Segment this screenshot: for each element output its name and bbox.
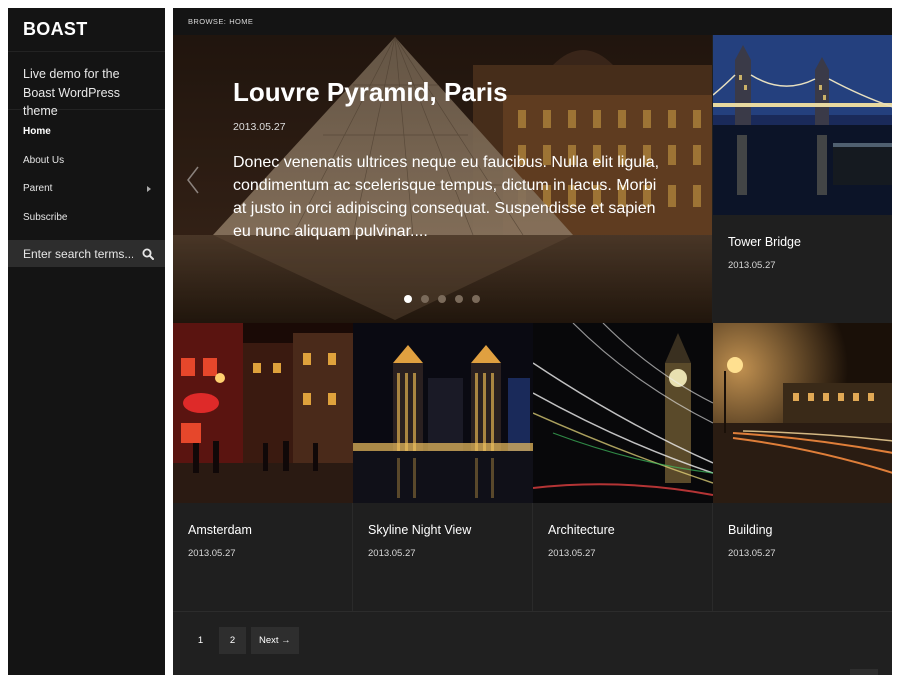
divider	[173, 611, 892, 612]
post-title[interactable]: Amsterdam	[173, 523, 352, 537]
post-thumbnail[interactable]	[713, 35, 892, 215]
post-date: 2013.05.27	[728, 548, 776, 559]
chevron-left-icon[interactable]	[185, 165, 201, 200]
scroll-top-button[interactable]	[850, 669, 878, 675]
slide-date: 2013.05.27	[233, 121, 286, 133]
post-thumbnail[interactable]	[173, 323, 353, 503]
featured-slider[interactable]: Louvre Pyramid, Paris 2013.05.27 Donec v…	[173, 35, 712, 323]
amsterdam-image	[173, 323, 353, 503]
search-icon[interactable]	[133, 240, 163, 267]
post-date: 2013.05.27	[188, 548, 236, 559]
menu-item-label: Subscribe	[23, 211, 68, 223]
menu-item-parent[interactable]: Parent	[8, 175, 165, 204]
slider-dot[interactable]	[438, 295, 446, 303]
post-card: Tower Bridge 2013.05.27	[713, 35, 892, 323]
slide-caption: Louvre Pyramid, Paris 2013.05.27 Donec v…	[233, 75, 663, 243]
primary-menu: Home About Us Parent Subscribe	[8, 110, 165, 232]
post-card: Skyline Night View 2013.05.27	[353, 323, 533, 611]
main-content: Browse: Home	[173, 8, 892, 675]
slider-dot[interactable]	[404, 295, 412, 303]
sidebar: BOAST Live demo for the Boast WordPress …	[8, 8, 165, 675]
post-date: 2013.05.27	[548, 548, 596, 559]
building-image	[713, 323, 892, 503]
post-thumbnail[interactable]	[353, 323, 533, 503]
post-date: 2013.05.27	[728, 260, 776, 271]
slider-dot[interactable]	[472, 295, 480, 303]
menu-item-label: About Us	[23, 154, 65, 166]
menu-item-label: Parent	[23, 183, 53, 194]
breadcrumb: Browse: Home	[173, 8, 892, 35]
post-title[interactable]: Skyline Night View	[353, 523, 532, 537]
pagination: 1 2 Next →	[187, 627, 299, 654]
breadcrumb-current: Home	[229, 17, 254, 26]
menu-item-about-us[interactable]: About Us	[8, 147, 165, 176]
breadcrumb-label: Browse:	[188, 17, 227, 26]
menu-item-label: Home	[23, 126, 51, 137]
post-card: Amsterdam 2013.05.27	[173, 323, 353, 611]
caret-right-icon	[147, 186, 151, 192]
site-description: Live demo for the Boast WordPress theme	[8, 52, 165, 118]
architecture-image	[533, 323, 713, 503]
post-card: Architecture 2013.05.27	[533, 323, 713, 611]
search-input[interactable]	[8, 240, 133, 267]
post-title[interactable]: Tower Bridge	[713, 235, 892, 249]
post-thumbnail[interactable]	[533, 323, 713, 503]
post-title[interactable]: Architecture	[533, 523, 712, 537]
page-1: 1	[197, 635, 204, 646]
slider-dot[interactable]	[455, 295, 463, 303]
slider-pagination	[404, 295, 480, 303]
slide-title[interactable]: Louvre Pyramid, Paris	[233, 75, 663, 109]
page-2-link[interactable]: 2	[219, 627, 246, 654]
skyline-night-image	[353, 323, 533, 503]
slider-dot[interactable]	[421, 295, 429, 303]
site-title[interactable]: BOAST	[8, 8, 165, 52]
post-card: Building 2013.05.27	[713, 323, 892, 611]
post-date: 2013.05.27	[368, 548, 416, 559]
search-form	[8, 240, 165, 267]
post-thumbnail[interactable]	[713, 323, 892, 503]
post-title[interactable]: Building	[713, 523, 892, 537]
slide-excerpt: Donec venenatis ultrices neque eu faucib…	[233, 154, 660, 240]
next-page-link[interactable]: Next →	[251, 627, 299, 654]
menu-item-subscribe[interactable]: Subscribe	[8, 204, 165, 233]
tower-bridge-image	[713, 35, 892, 215]
menu-item-home[interactable]: Home	[8, 118, 165, 147]
